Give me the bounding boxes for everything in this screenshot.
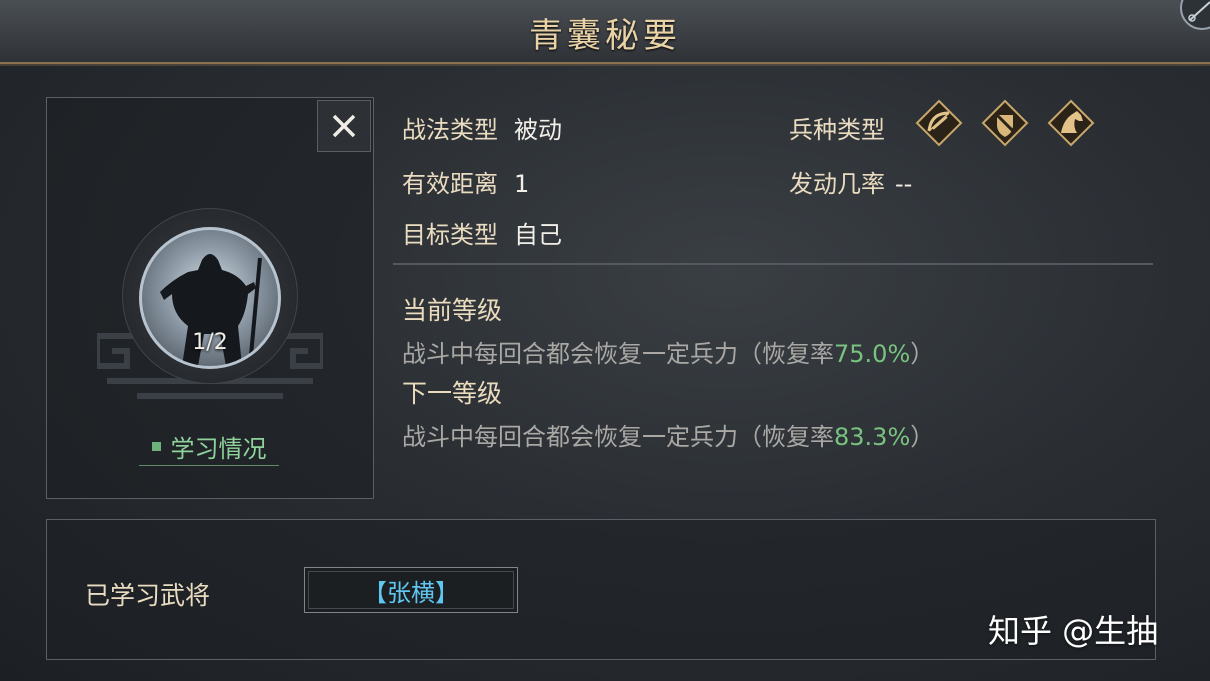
divider	[393, 263, 1153, 265]
page-title: 青囊秘要	[529, 16, 681, 56]
tactic-type-row: 战法类型 被动	[402, 110, 562, 145]
study-status-link[interactable]: 学习情况	[139, 428, 279, 466]
learned-generals-label: 已学习武将	[85, 581, 211, 610]
study-status-label: 学习情况	[170, 435, 267, 463]
tactic-type-value: 被动	[514, 116, 562, 144]
range-value: 1	[514, 170, 530, 198]
next-level-heading: 下一等级	[402, 379, 503, 408]
tactic-type-key: 战法类型	[402, 116, 498, 144]
next-desc-close: ）	[910, 423, 935, 451]
tactic-portrait-panel: 1/2 学习情况	[46, 97, 374, 499]
troop-type-icons	[915, 99, 1095, 147]
general-button-zhangheng[interactable]: 【张横】	[304, 567, 518, 613]
current-level-heading: 当前等级	[402, 296, 503, 325]
tactic-level: 1/2	[192, 330, 228, 355]
range-row: 有效距离 1	[402, 164, 529, 199]
next-desc-text: 战斗中每回合都会恢复一定兵力（恢复率	[402, 423, 834, 451]
close-button[interactable]	[317, 100, 371, 152]
bow-icon[interactable]	[915, 99, 963, 147]
compass-icon	[1188, 1, 1210, 22]
horse-icon[interactable]	[1047, 99, 1095, 147]
troop-type-row: 兵种类型	[789, 110, 885, 145]
trigger-rate-row: 发动几率 --	[789, 164, 912, 199]
next-level-description: 战斗中每回合都会恢复一定兵力（恢复率83.3%）	[402, 417, 934, 452]
watermark: 知乎 @生抽	[988, 612, 1159, 650]
trigger-rate-key: 发动几率	[789, 170, 885, 198]
tactic-portrait: 1/2	[139, 227, 281, 369]
troop-type-key: 兵种类型	[789, 116, 885, 144]
current-desc-text: 战斗中每回合都会恢复一定兵力（恢复率	[402, 340, 834, 368]
next-rate-value: 83.3%	[834, 423, 911, 451]
range-key: 有效距离	[402, 170, 498, 198]
target-value: 自己	[514, 221, 562, 249]
general-name: 【张横】	[363, 578, 459, 607]
title-bar: 青囊秘要	[0, 0, 1210, 66]
trigger-rate-value: --	[895, 170, 913, 198]
target-row: 目标类型 自己	[402, 215, 562, 250]
status-dot-icon	[151, 442, 161, 451]
shield-icon[interactable]	[981, 99, 1029, 147]
current-rate-value: 75.0%	[834, 340, 911, 368]
current-desc-close: ）	[910, 340, 935, 368]
current-level-description: 战斗中每回合都会恢复一定兵力（恢复率75.0%）	[402, 334, 934, 369]
target-key: 目标类型	[402, 221, 498, 249]
close-icon	[332, 114, 356, 138]
